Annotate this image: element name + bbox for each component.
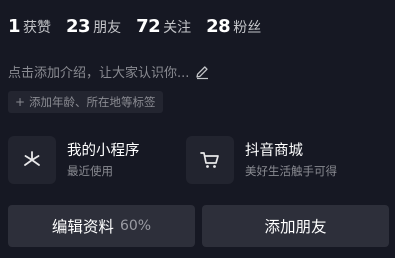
stat-followers[interactable]: 28 粉丝 bbox=[206, 16, 261, 37]
add-tags-chip[interactable]: + 添加年龄、所在地等标签 bbox=[8, 91, 163, 113]
mini-programs-subtitle: 最近使用 bbox=[67, 163, 113, 178]
edit-profile-label: 编辑资料 bbox=[51, 218, 114, 236]
profile-completion-percent: 60% bbox=[119, 218, 152, 234]
stat-following-label: 关注 bbox=[163, 19, 192, 36]
profile-panel: 1 获赞 23 朋友 72 关注 28 粉丝 点击添加介绍，让大家认识你... … bbox=[0, 0, 395, 258]
douyin-mall-entry[interactable]: 抖音商城 美好生活触手可得 bbox=[186, 136, 386, 184]
mini-programs-entry[interactable]: 我的小程序 最近使用 bbox=[8, 136, 183, 184]
add-friends-button[interactable]: 添加朋友 bbox=[202, 205, 389, 247]
mini-programs-title: 我的小程序 bbox=[67, 142, 140, 159]
douyin-mall-title: 抖音商城 bbox=[245, 142, 303, 159]
douyin-mall-subtitle: 美好生活触手可得 bbox=[245, 163, 337, 178]
stat-likes-count: 1 bbox=[8, 15, 21, 37]
shopping-cart-icon bbox=[186, 136, 234, 184]
stat-followers-count: 28 bbox=[206, 15, 231, 37]
stat-friends-label: 朋友 bbox=[93, 19, 122, 36]
plus-icon: + bbox=[15, 95, 26, 109]
edit-profile-button[interactable]: 编辑资料 60% bbox=[8, 205, 195, 247]
add-friends-label: 添加朋友 bbox=[264, 218, 327, 236]
stat-friends[interactable]: 23 朋友 bbox=[66, 16, 121, 37]
stat-likes[interactable]: 1 获赞 bbox=[8, 16, 51, 37]
pencil-icon bbox=[196, 65, 209, 79]
add-tags-label: 添加年龄、所在地等标签 bbox=[29, 95, 156, 109]
intro-prompt: 点击添加介绍，让大家认识你... bbox=[8, 66, 190, 81]
stat-friends-count: 23 bbox=[66, 15, 91, 37]
stat-followers-label: 粉丝 bbox=[233, 19, 262, 36]
add-intro-link[interactable]: 点击添加介绍，让大家认识你... bbox=[8, 62, 210, 81]
stats-row: 1 获赞 23 朋友 72 关注 28 粉丝 bbox=[8, 12, 276, 40]
stat-likes-label: 获赞 bbox=[23, 19, 52, 36]
mini-program-icon bbox=[8, 136, 56, 184]
stat-following-count: 72 bbox=[136, 15, 161, 37]
stat-following[interactable]: 72 关注 bbox=[136, 16, 191, 37]
